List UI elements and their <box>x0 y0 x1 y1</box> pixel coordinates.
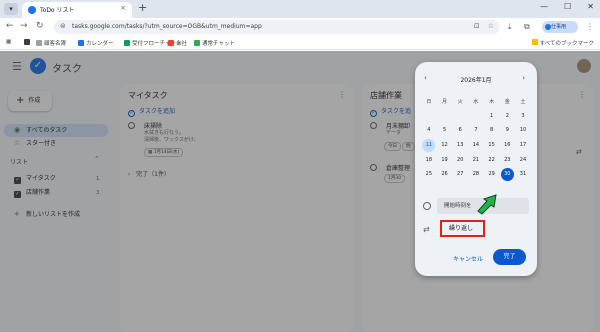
month-header: ‹ 2026年1月 › <box>415 74 537 84</box>
url-text[interactable]: tasks.google.com/tasks/?utm_source=OGB&u… <box>72 23 262 30</box>
calendar-day[interactable]: 13 <box>452 142 468 148</box>
weekday-label: 金 <box>504 98 510 105</box>
browser-tab[interactable]: ToDo リスト × <box>22 2 132 18</box>
calendar-day[interactable]: 5 <box>437 127 453 133</box>
calendar-day[interactable]: 28 <box>468 171 484 177</box>
browser-toolbar: ← → ↻ ⊜ tasks.google.com/tasks/?utm_sour… <box>0 18 600 36</box>
calendar-day[interactable]: 4 <box>421 127 437 133</box>
weekday-label: 木 <box>489 98 495 105</box>
site-info-icon[interactable]: ⊜ <box>60 22 66 30</box>
repeat-icon: ⇄ <box>423 225 430 234</box>
calendar-day[interactable]: 31 <box>515 171 531 177</box>
weekday-label: 水 <box>473 98 479 105</box>
minimize-button[interactable]: — <box>540 2 548 11</box>
done-button[interactable]: 完了 <box>493 249 526 265</box>
extensions-icon[interactable]: ⧉ <box>524 22 530 32</box>
calendar-day[interactable]: 24 <box>515 157 531 163</box>
calendar-day[interactable]: 10 <box>515 127 531 133</box>
calendar-day[interactable]: 1 <box>484 113 500 119</box>
bookmark-chat[interactable]: 通常チャット <box>194 39 235 47</box>
calendar-day[interactable]: 25 <box>421 171 437 177</box>
maximize-button[interactable]: ☐ <box>564 2 571 11</box>
download-icon[interactable]: ⤓ <box>508 22 512 32</box>
calendar-day[interactable]: 7 <box>468 127 484 133</box>
forward-button[interactable]: → <box>20 21 28 32</box>
repeat-row: ⇄ 繰り返し <box>423 220 529 238</box>
calendar-day[interactable]: 23 <box>499 157 515 163</box>
calendar-day[interactable]: 29 <box>484 171 500 177</box>
calendar-day[interactable]: 3 <box>515 113 531 119</box>
tab-search-button[interactable]: ▾ <box>4 3 18 15</box>
calendar-day[interactable]: 18 <box>421 157 437 163</box>
weekday-label: 火 <box>457 98 463 105</box>
tasks-favicon-icon <box>28 6 36 14</box>
calendar-day[interactable]: 26 <box>437 171 453 177</box>
profile-button[interactable]: 仕事用 <box>542 21 578 33</box>
profile-avatar-icon <box>545 24 551 30</box>
annotation-arrow-icon <box>477 194 497 215</box>
bookmark-customer-list[interactable]: 顧客名簿 <box>36 39 66 47</box>
back-button[interactable]: ← <box>6 21 14 32</box>
calendar-week-row: 25 26 27 28 29 30 31 <box>421 167 531 182</box>
close-window-button[interactable]: ✕ <box>587 2 594 11</box>
weekday-label: 土 <box>520 98 526 105</box>
calendar-day[interactable]: 11 <box>421 138 437 152</box>
calendar-day[interactable]: 12 <box>437 142 453 148</box>
calendar-day[interactable]: 21 <box>468 157 484 163</box>
next-month-icon[interactable]: › <box>522 74 525 82</box>
bookmark-star-icon[interactable]: ☆ <box>488 22 494 30</box>
tab-close-icon[interactable]: × <box>120 4 126 12</box>
tab-title: ToDo リスト <box>40 7 75 14</box>
calendar-day[interactable]: 15 <box>484 142 500 148</box>
month-label: 2026年1月 <box>460 77 492 84</box>
repeat-button[interactable]: 繰り返し <box>440 220 485 237</box>
reload-button[interactable]: ↻ <box>36 21 44 32</box>
bookmark-s-icon[interactable] <box>24 39 32 46</box>
calendar-week-row: 18 19 20 21 22 23 24 <box>421 152 531 167</box>
calendar-day[interactable]: 20 <box>452 157 468 163</box>
calendar-day[interactable]: 17 <box>515 142 531 148</box>
calendar-day[interactable]: 30 <box>499 167 515 181</box>
browser-menu-icon[interactable]: ⋮ <box>586 22 594 31</box>
calendar-day[interactable]: 14 <box>468 142 484 148</box>
new-tab-button[interactable]: + <box>138 2 147 14</box>
clock-icon <box>423 202 431 210</box>
apps-grid-icon[interactable]: ▦ <box>6 39 11 45</box>
address-bar[interactable]: ⊜ tasks.google.com/tasks/?utm_source=OGB… <box>54 20 500 34</box>
calendar-day[interactable]: 16 <box>499 142 515 148</box>
install-app-icon[interactable]: ⊡ <box>474 22 480 30</box>
bookmark-company[interactable]: 会社 <box>168 39 187 47</box>
calendar-day[interactable]: 22 <box>484 157 500 163</box>
bookmark-calendar[interactable]: カレンダー <box>78 39 114 47</box>
calendar-day[interactable]: 27 <box>452 171 468 177</box>
weekday-label: 日 <box>426 98 432 105</box>
calendar-day[interactable]: 6 <box>452 127 468 133</box>
calendar-week-row: 123 <box>421 109 531 124</box>
calendar-week-row: 4 5 6 7 8 9 10 <box>421 123 531 138</box>
window-controls: — ☐ ✕ <box>540 2 594 11</box>
calendar-day[interactable]: 2 <box>499 113 515 119</box>
bookmarks-bar: ▦ 顧客名簿 カレンダー 受付フローチャート 会社 通常チャット すべてのブック… <box>0 36 600 50</box>
weekday-label: 月 <box>442 98 448 105</box>
calendar-day[interactable]: 9 <box>499 127 515 133</box>
weekday-header-row: 日月火水木金土 <box>421 94 531 109</box>
calendar-grid: 日月火水木金土 1 2 3 4 5 6 7 8 9 10 11 12 13 14 15 16 17 18 19 20 21… <box>421 94 531 182</box>
calendar-day[interactable]: 8 <box>484 127 500 133</box>
cancel-button[interactable]: キャンセル <box>453 254 483 263</box>
calendar-day[interactable]: 19 <box>437 157 453 163</box>
date-picker-dialog: ‹ 2026年1月 › 日月火水木金土 1 2 3 4 5 6 7 8 9 10 11 12 13 14 15… <box>415 62 537 276</box>
all-bookmarks[interactable]: すべてのブックマーク <box>531 39 594 47</box>
browser-tabstrip: ▾ ToDo リスト × + — ☐ ✕ <box>0 0 600 18</box>
calendar-week-row: 11 12 13 14 15 16 17 <box>421 138 531 153</box>
